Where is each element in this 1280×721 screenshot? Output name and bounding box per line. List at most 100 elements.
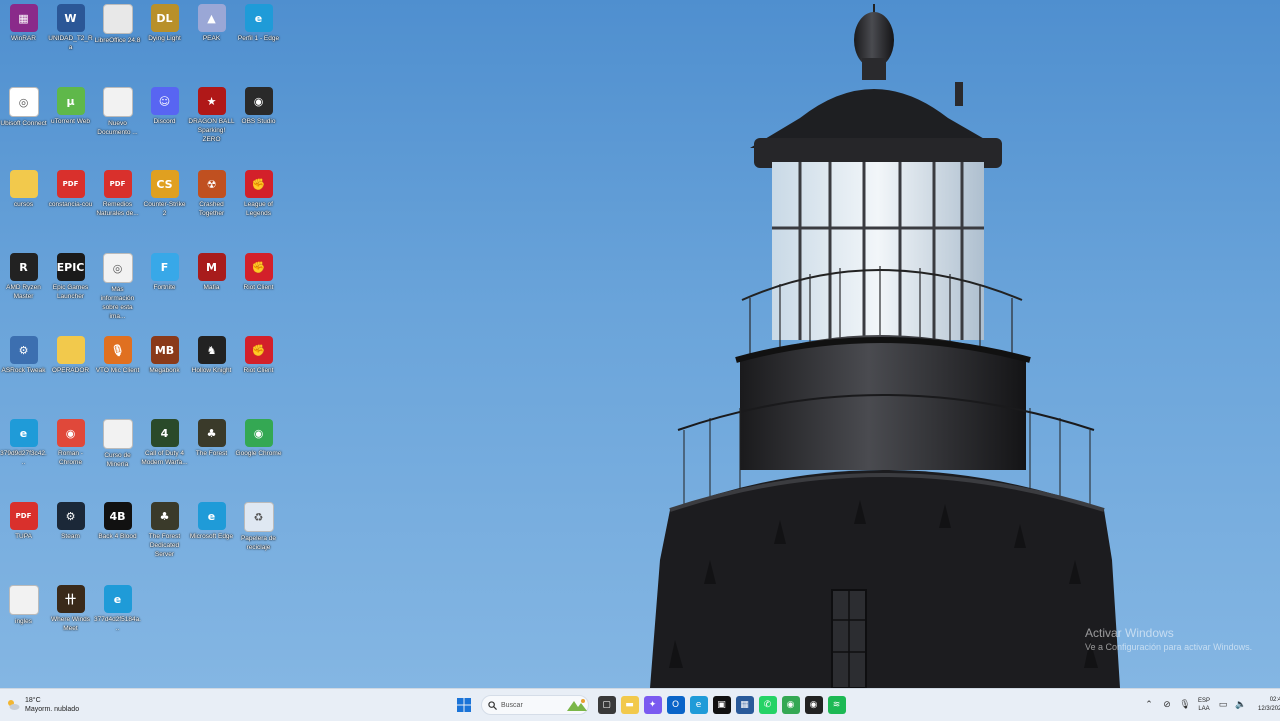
desktop-shortcut-label: Fortnite — [153, 284, 176, 291]
desktop-shortcut[interactable]: ✊ League of Legends — [235, 166, 282, 246]
desktop-shortcut-label: Mafia — [203, 284, 220, 291]
show-hidden-icons-chevron-icon[interactable]: ⌃ — [1143, 699, 1155, 711]
desktop-shortcut[interactable]: OPERADOR — [47, 332, 94, 412]
desktop-shortcut[interactable]: ⚙ Steam — [47, 498, 94, 578]
dying-light-icon: DL — [150, 4, 179, 32]
chrome-icon[interactable]: ◉ — [781, 696, 800, 714]
desktop-shortcut-label: Google Chrome — [235, 450, 282, 457]
desktop-shortcut[interactable]: ◎ Más información sobre esta ima... — [94, 249, 141, 329]
desktop-shortcut-label: 377d4d2f5184a... — [94, 616, 141, 632]
desktop-shortcut-label: WinRAR — [11, 35, 36, 42]
desktop-shortcut[interactable]: Curso de Minería — [94, 415, 141, 495]
epic-games-icon: EPIC — [56, 253, 85, 281]
desktop-shortcut[interactable]: ☺ Discord — [141, 83, 188, 163]
desktop-shortcut[interactable]: e 379d9d27f3c42... — [0, 415, 47, 495]
pdf-icon: PDF — [103, 170, 132, 198]
desktop-shortcut[interactable]: ✊ Riot Client — [235, 332, 282, 412]
desktop-shortcut[interactable]: 4B Back 4 Blood — [94, 498, 141, 578]
watermark-title: Activar Windows — [1085, 626, 1174, 640]
language-bottom: LAA — [1198, 706, 1210, 712]
desktop-shortcut-label: constancia-cou — [48, 201, 93, 208]
desktop-shortcut[interactable]: LibreOffice 24.8 — [94, 0, 141, 80]
desktop-shortcut-label: The Forest Dedicated Server — [148, 533, 181, 558]
clock-time: 02:45 — [1269, 697, 1280, 703]
peak-icon: ▲ — [197, 4, 226, 32]
desktop-shortcut-label: Crashed Together — [198, 201, 225, 217]
desktop-shortcut-label: Riot Client — [243, 367, 274, 374]
language-indicator[interactable]: ESP LAA — [1198, 697, 1210, 713]
text-document-icon — [102, 419, 133, 449]
desktop-shortcut[interactable]: W UNIDAD_T2_Ra — [47, 0, 94, 80]
volume-icon[interactable]: 🔈 — [1235, 699, 1247, 711]
desktop-shortcut[interactable]: cursos — [0, 166, 47, 246]
desktop-shortcut[interactable]: ⚙ ASRock Tweak — [0, 332, 47, 412]
weather-widget[interactable]: 18°C Mayorm. nublado — [6, 694, 79, 716]
desktop-shortcut[interactable]: ◉ Google Chrome — [235, 415, 282, 495]
game-app-icon[interactable]: ▣ — [712, 696, 731, 714]
clock-date: 12/3/2026 — [1258, 706, 1280, 712]
desktop-shortcut[interactable]: ◉ Roman - Chrome — [47, 415, 94, 495]
outlook-icon[interactable]: O — [666, 696, 685, 714]
desktop-shortcut-label: OPERADOR — [51, 367, 90, 374]
system-tray: ⌃ ⊘ 🎙 ESP LAA ▭ 🔈 02:45 12/3/2026 — [1140, 693, 1280, 717]
desktop-shortcut[interactable]: 4 Call of Duty 4 Modern Warfa... — [141, 415, 188, 495]
desktop-shortcut-label: Discord — [153, 118, 176, 125]
desktop-shortcut[interactable]: R AMD Ryzen Master — [0, 249, 47, 329]
desktop-shortcut[interactable]: e 377d4d2f5184a... — [94, 581, 141, 661]
calculator-icon[interactable]: ▦ — [735, 696, 754, 714]
desktop-shortcut-label: Roman - Chrome — [58, 450, 83, 466]
desktop-shortcut-label: Steam — [61, 533, 80, 540]
desktop-shortcut[interactable]: M Mafia — [188, 249, 235, 329]
desktop-shortcut[interactable]: ◉ OBS Studio — [235, 83, 282, 163]
whatsapp-icon[interactable]: ✆ — [758, 696, 777, 714]
desktop-shortcut[interactable]: µ uTorrent Web — [47, 83, 94, 163]
desktop-shortcut[interactable]: PDF TUPA — [0, 498, 47, 578]
microphone-icon[interactable]: 🎙 — [1179, 699, 1191, 711]
desktop-shortcut[interactable]: ingles — [0, 581, 47, 661]
counter-strike-icon: CS — [150, 170, 179, 198]
desktop-shortcut[interactable]: e Perfil 1 - Edge — [235, 0, 282, 80]
spotify-icon[interactable]: ≋ — [827, 696, 846, 714]
desktop-shortcut[interactable]: MB Megabonk — [141, 332, 188, 412]
microphone-icon: 🎙 — [103, 336, 132, 364]
copilot-icon[interactable]: ✦ — [643, 696, 662, 714]
crashed-together-icon: ☢ — [197, 170, 226, 198]
desktop-shortcut-label: DRAGON BALL Sparking! ZERO — [188, 118, 235, 143]
desktop-shortcut[interactable]: ✊ Riot Client — [235, 249, 282, 329]
desktop-shortcut[interactable]: DL Dying Light — [141, 0, 188, 80]
clock[interactable]: 02:45 12/3/2026 — [1258, 696, 1280, 714]
desktop-shortcut[interactable]: e Microsoft Edge — [188, 498, 235, 578]
taskbar-search-box[interactable]: Buscar — [481, 695, 589, 715]
task-view-icon[interactable]: ▢ — [597, 696, 616, 714]
edge-icon[interactable]: e — [689, 696, 708, 714]
desktop-shortcut[interactable]: ◎ Ubisoft Connect — [0, 83, 47, 163]
desktop-shortcut[interactable]: CS Counter-Strike 2 — [141, 166, 188, 246]
search-placeholder: Buscar — [501, 701, 523, 709]
desktop-shortcut[interactable]: 🎙 VTO Mic Client — [94, 332, 141, 412]
desktop-shortcut[interactable]: ★ DRAGON BALL Sparking! ZERO — [188, 83, 235, 163]
network-status-icon[interactable]: ⊘ — [1161, 699, 1173, 711]
desktop-shortcut-label: Nuevo Documento ... — [97, 120, 138, 136]
desktop-shortcut[interactable]: ▦ WinRAR — [0, 0, 47, 80]
desktop-shortcut[interactable]: ♣ The Forest Dedicated Server — [141, 498, 188, 578]
start-button[interactable] — [455, 696, 473, 714]
desktop-shortcut[interactable]: Nuevo Documento ... — [94, 83, 141, 163]
pinned-apps: ▢ ▬ ✦ Oe ▣ ▦ ✆ ◉ ◉ ≋ — [595, 696, 848, 714]
obs-icon[interactable]: ◉ — [804, 696, 823, 714]
desktop-shortcut[interactable]: F Fortnite — [141, 249, 188, 329]
desktop-shortcut[interactable]: PDF Remedios Naturales de... — [94, 166, 141, 246]
desktop-shortcut-label: uTorrent Web — [51, 118, 90, 125]
desktop-shortcut[interactable]: PDF constancia-cou — [47, 166, 94, 246]
file-explorer-icon[interactable]: ▬ — [620, 696, 639, 714]
desktop-shortcut[interactable]: ▲ PEAK — [188, 0, 235, 80]
desktop-shortcut[interactable]: 卄 Where Winds Meet — [47, 581, 94, 661]
desktop-shortcut[interactable]: ☢ Crashed Together — [188, 166, 235, 246]
desktop-shortcut[interactable]: ♞ Hollow Knight — [188, 332, 235, 412]
desktop-shortcut[interactable]: ♣ The Forest — [188, 415, 235, 495]
desktop-shortcut[interactable]: EPIC Epic Games Launcher — [47, 249, 94, 329]
network-icon[interactable]: ▭ — [1217, 699, 1229, 711]
language-top: ESP — [1198, 698, 1211, 704]
desktop-shortcut[interactable]: ♻ Papelera de reciclaje — [235, 498, 282, 578]
riot-icon: ✊ — [244, 170, 273, 198]
chrome-icon: ◉ — [56, 419, 85, 447]
